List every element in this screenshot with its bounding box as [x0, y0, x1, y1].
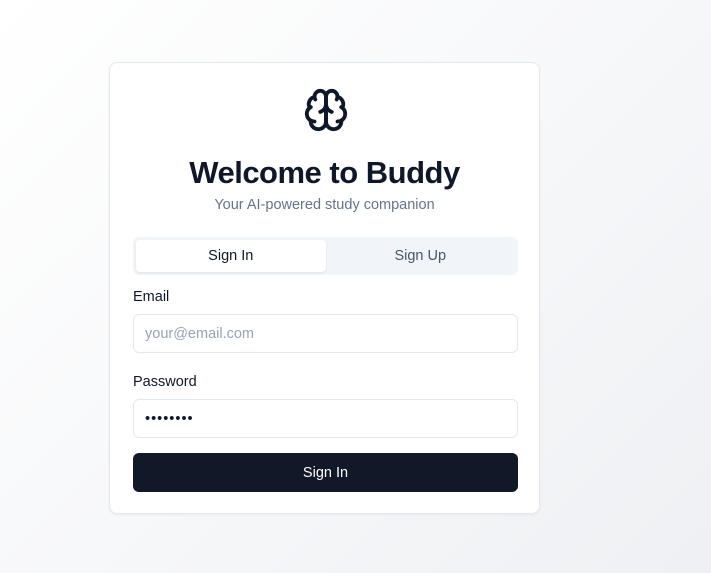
tab-sign-up[interactable]: Sign Up: [326, 240, 516, 272]
password-field[interactable]: [133, 399, 518, 438]
auth-tabs: Sign In Sign Up: [133, 237, 518, 275]
page-subtitle: Your AI-powered study companion: [214, 197, 435, 213]
email-field[interactable]: [133, 314, 518, 353]
tab-sign-in[interactable]: Sign In: [136, 240, 326, 272]
auth-card: Welcome to Buddy Your AI-powered study c…: [109, 62, 540, 514]
page-title: Welcome to Buddy: [189, 155, 460, 190]
email-label: Email: [133, 289, 170, 305]
brain-icon: [303, 87, 349, 133]
sign-in-button[interactable]: Sign In: [133, 453, 518, 492]
password-label: Password: [133, 374, 197, 390]
